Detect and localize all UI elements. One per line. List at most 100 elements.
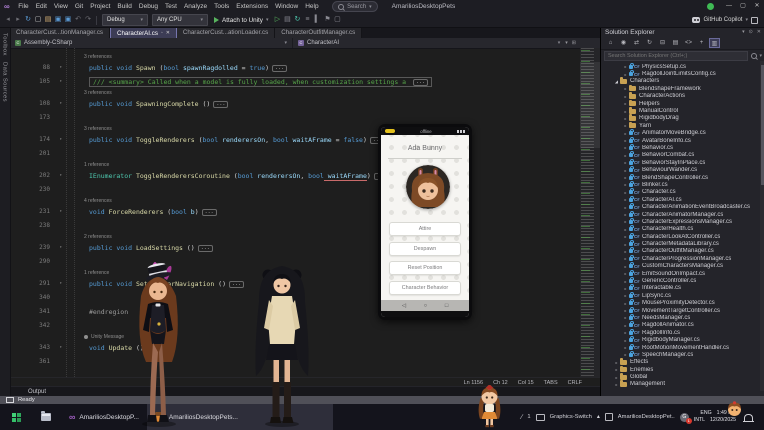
- tree-item-charactermetadatalibrary-cs[interactable]: ▸ C# CharacterMetadataLibrary.cs: [601, 240, 764, 247]
- tab-charactercust-ationloader-cs[interactable]: CharacterCust...ationLoader.cs: [176, 27, 276, 38]
- search-box[interactable]: Search ▾: [332, 1, 378, 12]
- tree-item-genericcontroller-cs[interactable]: ▸ C# GenericController.cs: [601, 277, 764, 284]
- data-sources-tab[interactable]: Data Sources: [2, 62, 8, 102]
- tree-item-character-cs[interactable]: ▸ C# Character.cs: [601, 188, 764, 196]
- tree-item-blinker-cs[interactable]: ▸ C# Blinker.cs: [601, 180, 764, 188]
- codelens-references[interactable]: 4 references: [62, 197, 112, 205]
- collapsed-body-ellipsis[interactable]: ...: [197, 245, 213, 252]
- expander-icon[interactable]: ▸: [622, 249, 629, 254]
- phone-button-despawn[interactable]: Despawn: [389, 241, 461, 256]
- expander-icon[interactable]: ▸: [613, 382, 620, 387]
- expander-icon[interactable]: ▸: [622, 279, 629, 284]
- show-all-files-icon[interactable]: ▤: [670, 38, 681, 48]
- menu-item-window[interactable]: Window: [272, 0, 302, 13]
- expander-icon[interactable]: ▸: [622, 286, 629, 291]
- codelens-references[interactable]: Unity Message: [62, 333, 124, 341]
- expander-icon[interactable]: ▸: [622, 131, 629, 136]
- home-icon[interactable]: ⌂: [605, 38, 616, 48]
- tree-item-rigidbodymanager-cs[interactable]: ▸ C# RigidbodyManager.cs: [601, 336, 764, 343]
- scrollbar-thumb[interactable]: [760, 65, 764, 185]
- sync-namespaces-icon[interactable]: ⇄: [631, 38, 642, 48]
- expander-icon[interactable]: ▸: [622, 338, 629, 343]
- code-line-174[interactable]: 174 ▸ public void ToggleRenderers (bool re…: [10, 133, 580, 147]
- collapsed-body-ellipsis[interactable]: ...: [272, 65, 288, 72]
- collapse-all-icon[interactable]: ⊟: [657, 38, 668, 48]
- chevron-down-icon[interactable]: ▾: [565, 40, 568, 46]
- tree-item-behaviorstayinplace-cs[interactable]: ▸ C# BehaviorStayInPlace.cs: [601, 158, 764, 166]
- fold-arrow-icon[interactable]: ▸: [55, 341, 67, 355]
- save-icon[interactable]: ▣: [53, 13, 63, 27]
- editor-status-col[interactable]: Col 15: [518, 380, 534, 386]
- tree-item-global[interactable]: ▸ Global: [601, 373, 764, 380]
- tree-item-interactable-cs[interactable]: ▸ C# Interactable.cs: [601, 284, 764, 292]
- notifications-bell-icon[interactable]: [743, 413, 754, 422]
- fold-arrow-icon[interactable]: ▸: [55, 277, 67, 291]
- code-line-231[interactable]: 231 ▸ void ForceRenderers (bool b)...: [10, 205, 580, 219]
- menu-item-project[interactable]: Project: [87, 0, 114, 13]
- tree-item-blendshapecontroller-cs[interactable]: ▸ C# BlendShapeController.cs: [601, 173, 764, 181]
- menu-item-view[interactable]: View: [50, 0, 71, 13]
- pet-chibi-girl[interactable]: [476, 384, 503, 428]
- tree-item-characterprogressionmanager-cs[interactable]: ▸ C# CharacterProgressionManager.cs: [601, 254, 764, 262]
- expander-icon[interactable]: ▸: [622, 86, 629, 91]
- expander-icon[interactable]: ▸: [622, 212, 629, 217]
- expander-icon[interactable]: ▸: [613, 360, 620, 365]
- code-line-202[interactable]: 202 ▸ IEnumerator ToggleRenderersCoroutine…: [10, 169, 580, 183]
- collapsed-body-ellipsis[interactable]: ...: [201, 209, 217, 216]
- expander-icon[interactable]: ▸: [622, 190, 629, 195]
- expander-icon[interactable]: ▸: [622, 123, 629, 128]
- expander-icon[interactable]: ▸: [622, 234, 629, 239]
- tree-item-effects[interactable]: ▸ Effects: [601, 358, 764, 366]
- phone-button-attire[interactable]: Attire: [389, 222, 461, 236]
- expander-icon[interactable]: ▸: [622, 145, 629, 150]
- nav-backward-icon[interactable]: ◂: [3, 13, 13, 27]
- expander-icon[interactable]: ▸: [622, 116, 629, 121]
- expander-icon[interactable]: ▸: [622, 153, 629, 158]
- tree-item-characterai-cs[interactable]: ▸ C# CharacterAI.cs: [601, 195, 764, 203]
- expander-icon[interactable]: ▸: [622, 264, 629, 269]
- redo-icon[interactable]: ↷: [83, 13, 93, 27]
- feedback-icon[interactable]: [751, 16, 758, 24]
- expander-icon[interactable]: ▸: [622, 138, 629, 143]
- split-window-icon[interactable]: ⊞: [572, 40, 576, 46]
- editor-status-tabs[interactable]: TABS: [544, 380, 558, 386]
- nav-back-icon[interactable]: ◁: [402, 303, 406, 309]
- start-without-debugging-icon[interactable]: ▷: [272, 13, 282, 27]
- toolbox-tab[interactable]: Toolbox: [2, 33, 8, 56]
- pen-tool-icon[interactable]: ∕: [521, 414, 522, 421]
- expander-icon[interactable]: ▸: [622, 64, 629, 69]
- tree-item-enemies[interactable]: ▸ Enemies: [601, 365, 764, 373]
- expander-icon[interactable]: ▸: [622, 197, 629, 202]
- bookmark-icon[interactable]: ⚑: [322, 13, 332, 27]
- break-all-icon[interactable]: ▤: [282, 13, 292, 27]
- start-button[interactable]: [12, 412, 21, 422]
- solution-platform-dropdown[interactable]: Any CPU ▾: [152, 14, 208, 26]
- phone-button-character-behavior[interactable]: Character Behavior: [389, 280, 461, 295]
- tree-item-characters[interactable]: ◢ Characters: [601, 77, 764, 85]
- maximize-button[interactable]: ▢: [736, 0, 750, 13]
- tree-item-characteranimationeventbroadcaster-cs[interactable]: ▸ C# CharacterAnimationEventBroadcaster.cs: [601, 203, 764, 210]
- close-icon[interactable]: ✕: [166, 30, 170, 36]
- fold-arrow-icon[interactable]: ▸: [55, 75, 67, 89]
- tree-item-behaviorcombat-cs[interactable]: ▸ C# BehaviorCombat.cs: [601, 151, 764, 159]
- menu-item-test[interactable]: Test: [162, 0, 181, 13]
- expander-icon[interactable]: ▸: [622, 301, 629, 306]
- expander-icon[interactable]: ▸: [613, 375, 620, 380]
- tree-item-ragdollinfo-cs[interactable]: ▸ C# RagdollInfo.cs: [601, 328, 764, 336]
- minimap-scrollbar[interactable]: [580, 48, 600, 377]
- expander-icon[interactable]: ▸: [622, 219, 629, 224]
- tree-item-yarn[interactable]: ▸ Yarn: [601, 121, 764, 129]
- collapsed-body-ellipsis[interactable]: ...: [213, 101, 229, 108]
- fold-arrow-icon[interactable]: ▸: [55, 133, 67, 147]
- menu-item-extensions[interactable]: Extensions: [233, 0, 272, 13]
- restart-icon[interactable]: ↻: [292, 13, 302, 27]
- expander-icon[interactable]: ▸: [622, 205, 629, 210]
- expander-icon[interactable]: ▸: [622, 168, 629, 173]
- pet-bunny-girl[interactable]: [126, 260, 190, 428]
- expander-icon[interactable]: ▸: [622, 323, 629, 328]
- expander-icon[interactable]: ▸: [622, 182, 629, 187]
- tree-item-ragdollanimator-cs[interactable]: ▸ C# RagdollAnimator.cs: [601, 321, 764, 329]
- tree-item-speechmanager-cs[interactable]: ▸ C# SpeechManager.cs: [601, 350, 764, 358]
- pin-icon[interactable]: ⊙: [749, 29, 753, 35]
- pin-icon[interactable]: ◦: [161, 30, 163, 36]
